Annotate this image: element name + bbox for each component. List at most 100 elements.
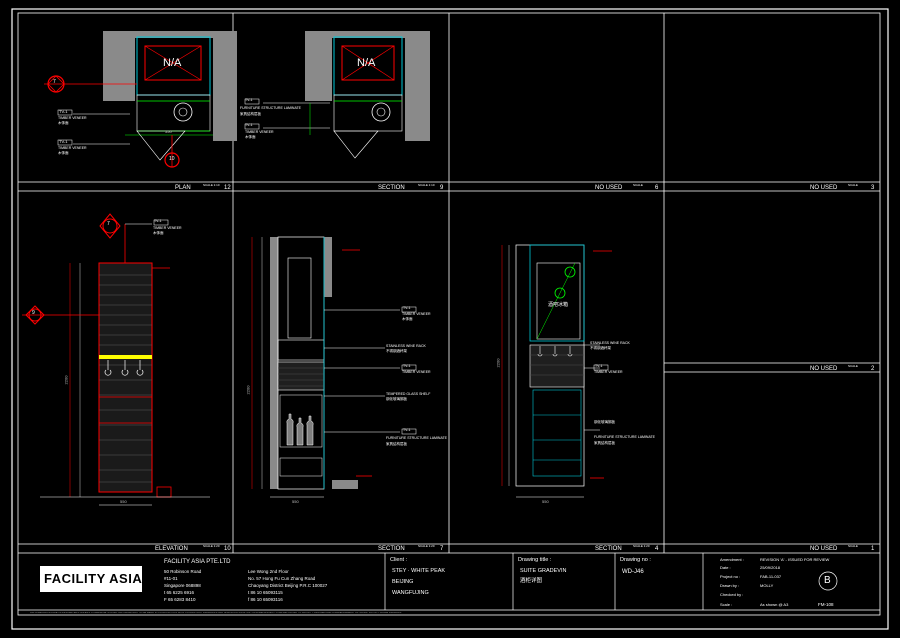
meta-val-date: 25/09/2018	[760, 565, 781, 570]
panel-1-scale: SCALE	[848, 544, 858, 548]
address-line-5: F 65 6283 8410	[164, 597, 196, 602]
meta-val-drawn: MOLLY	[760, 583, 774, 588]
note-timber-veneer-cn-d: 木饰面	[245, 135, 256, 139]
panel-9-number: 9	[440, 185, 444, 191]
client-line-3: WANGFUJING	[392, 590, 429, 596]
dim-elev-width: 550	[120, 499, 127, 504]
note-wine-rack-k: STAINLESS WINE RACK	[590, 341, 630, 345]
dim-section7-width: 550	[292, 499, 299, 504]
panel-7-scale: SCALE 1:20	[418, 544, 435, 548]
note-timber-veneer-cn-e: 木饰面	[153, 231, 164, 235]
callout-7-elev: 7	[107, 221, 110, 227]
note-timber-veneer-h: TIMBER VENEER	[402, 370, 431, 374]
tag-tv1-h: TV-1	[403, 364, 411, 368]
note-timber-veneer-f: TIMBER VENEER	[402, 312, 431, 316]
panel-9-scale: SCALE 1:10	[418, 183, 435, 187]
panel-4-scale: SCALE 1:20	[633, 544, 650, 548]
panel-9-title: SECTION	[378, 185, 405, 191]
panel-1-number: 1	[871, 546, 875, 552]
bj-address-1: Lee Wong 2nd Floor	[248, 569, 289, 574]
panel-3-scale: SCALE	[848, 183, 858, 187]
tag-tv1-e: TV-1	[154, 219, 162, 223]
meta-key-amendment: Amendment :	[720, 557, 744, 562]
sheet-number: FM-108	[818, 602, 834, 607]
note-glass-shelf-cn: 钢化玻璃搁板	[594, 420, 615, 424]
panel-7-title: SECTION	[378, 546, 405, 552]
client-label: Client :	[390, 557, 408, 563]
panel-10-number: 10	[224, 546, 231, 552]
panel-2-number: 2	[871, 366, 875, 372]
note-laminate-c: FURNITURE STRUCTURE LAMINATE	[240, 106, 301, 110]
note-timber-veneer-cn-f: 木饰面	[402, 317, 413, 321]
address-line-2: #11-01	[164, 576, 178, 581]
note-timber-veneer-cn-b: 木饰面	[58, 151, 69, 155]
note-laminate-m: FURNITURE STRUCTURE LAMINATE	[594, 435, 655, 439]
note-laminate-j: FURNITURE STRUCTURE LAMINATE	[386, 436, 447, 440]
meta-val-scale: As shown @ A3	[760, 602, 789, 607]
footer-note: ALL DIMENSIONS ARE IN MILLIMETERS UNLESS…	[30, 612, 403, 614]
na-label-plan: N/A	[163, 57, 182, 69]
bj-address-5: f 86 10 65093116	[248, 597, 283, 602]
note-timber-veneer-d: TIMBER VENEER	[245, 130, 274, 134]
panel-4-number: 4	[655, 546, 659, 552]
note-wine-rack-cn-k: 不锈钢酒杯架	[590, 346, 611, 350]
panel-6-title: NO USED	[595, 185, 623, 191]
panel-10-scale: SCALE 1:20	[203, 544, 220, 548]
bj-address-4: t 86 10 65093115	[248, 590, 283, 595]
note-timber-veneer-a: TIMBER VENEER	[58, 116, 87, 120]
note-timber-veneer-b: TIMBER VENEER	[58, 146, 87, 150]
meta-val-amendment: REVISION 'A' - ISSUED FOR REVIEW	[760, 557, 830, 562]
dim-plan-width: 550	[165, 129, 172, 134]
drawing-title-label: Drawing title :	[518, 557, 552, 563]
panel-12-scale: SCALE 1:10	[203, 183, 220, 187]
tag-tv1-d: TV-1	[245, 123, 253, 127]
drawing-no-label: Drawing no :	[620, 557, 651, 563]
address-line-1: 50 Robinson Road	[164, 569, 202, 574]
address-line-4: t 65 6225 6916	[164, 590, 195, 595]
callout-7-plan: 7	[53, 79, 56, 85]
panel-1-title: NO USED	[810, 546, 838, 552]
tag-tv1-l: TV-1	[595, 364, 603, 368]
company-logo: FACILITY ASIA	[44, 571, 143, 586]
bj-address-3: Chaoyang District Beijing P.R.C 100027	[248, 583, 328, 588]
panel-2-scale: SCALE	[848, 364, 858, 368]
panel-12-number: 12	[224, 185, 231, 191]
client-line-1: STEY · WHITE PEAK	[392, 568, 446, 574]
dim-elev-height: 2200	[63, 375, 69, 385]
note-laminate-cn-m: 家具结构层板	[594, 441, 615, 445]
drawing-sheet	[0, 0, 900, 638]
meta-val-project: FAB-11-037	[760, 574, 782, 579]
tag-tv1-a: TV-1	[59, 109, 68, 114]
meta-key-drawn: Drawn by :	[720, 583, 740, 588]
dim-section4-width: 550	[542, 499, 549, 504]
panel-10-title: ELEVATION	[155, 546, 188, 552]
drawing-no: WD-J46	[622, 569, 644, 575]
meta-key-checked: Checked by :	[720, 592, 744, 597]
dim-section7-height: 2200	[245, 385, 251, 395]
note-timber-veneer-l: TIMBER VENEER	[594, 370, 623, 374]
note-laminate-cn-j: 家具结构层板	[386, 442, 407, 446]
note-timber-veneer-e: TIMBER VENEER	[153, 226, 182, 230]
note-fridge-cn: 酒吧冰箱	[548, 302, 569, 308]
dim-section4-height: 2200	[495, 358, 501, 368]
callout-10-plan: 10	[169, 156, 175, 162]
meta-key-project: Project no :	[720, 574, 741, 579]
tag-tv1-c: TV-1	[245, 98, 253, 102]
panel-2-title: NO USED	[810, 366, 838, 372]
panel-6-scale: SCALE	[633, 183, 643, 187]
note-laminate-cn-c: 家具结构层板	[240, 112, 261, 116]
panel-7-number: 7	[440, 546, 444, 552]
panel-3-number: 3	[871, 185, 875, 191]
tag-tv1-b: TV-1	[59, 139, 68, 144]
company-name: FACILITY ASIA PTE.LTD	[164, 559, 231, 565]
bj-address-2: No. 57 Hong Fu Cun Zhang Road	[248, 576, 316, 581]
meta-key-date: Date :	[720, 565, 731, 570]
tag-tv1-f: TV-1	[403, 306, 411, 310]
note-tempered-glass-i: TEMPERED GLASS SHELF	[386, 392, 431, 396]
client-line-2: BEIJING	[392, 579, 414, 585]
address-line-3: Singapore 068898	[164, 583, 201, 588]
revision-letter: B	[824, 575, 831, 586]
note-wine-rack-cn-g: 不锈钢酒杯架	[386, 349, 407, 353]
note-timber-veneer-cn-a: 木饰面	[58, 121, 69, 125]
tag-tv1-j: TV-1	[403, 428, 411, 432]
